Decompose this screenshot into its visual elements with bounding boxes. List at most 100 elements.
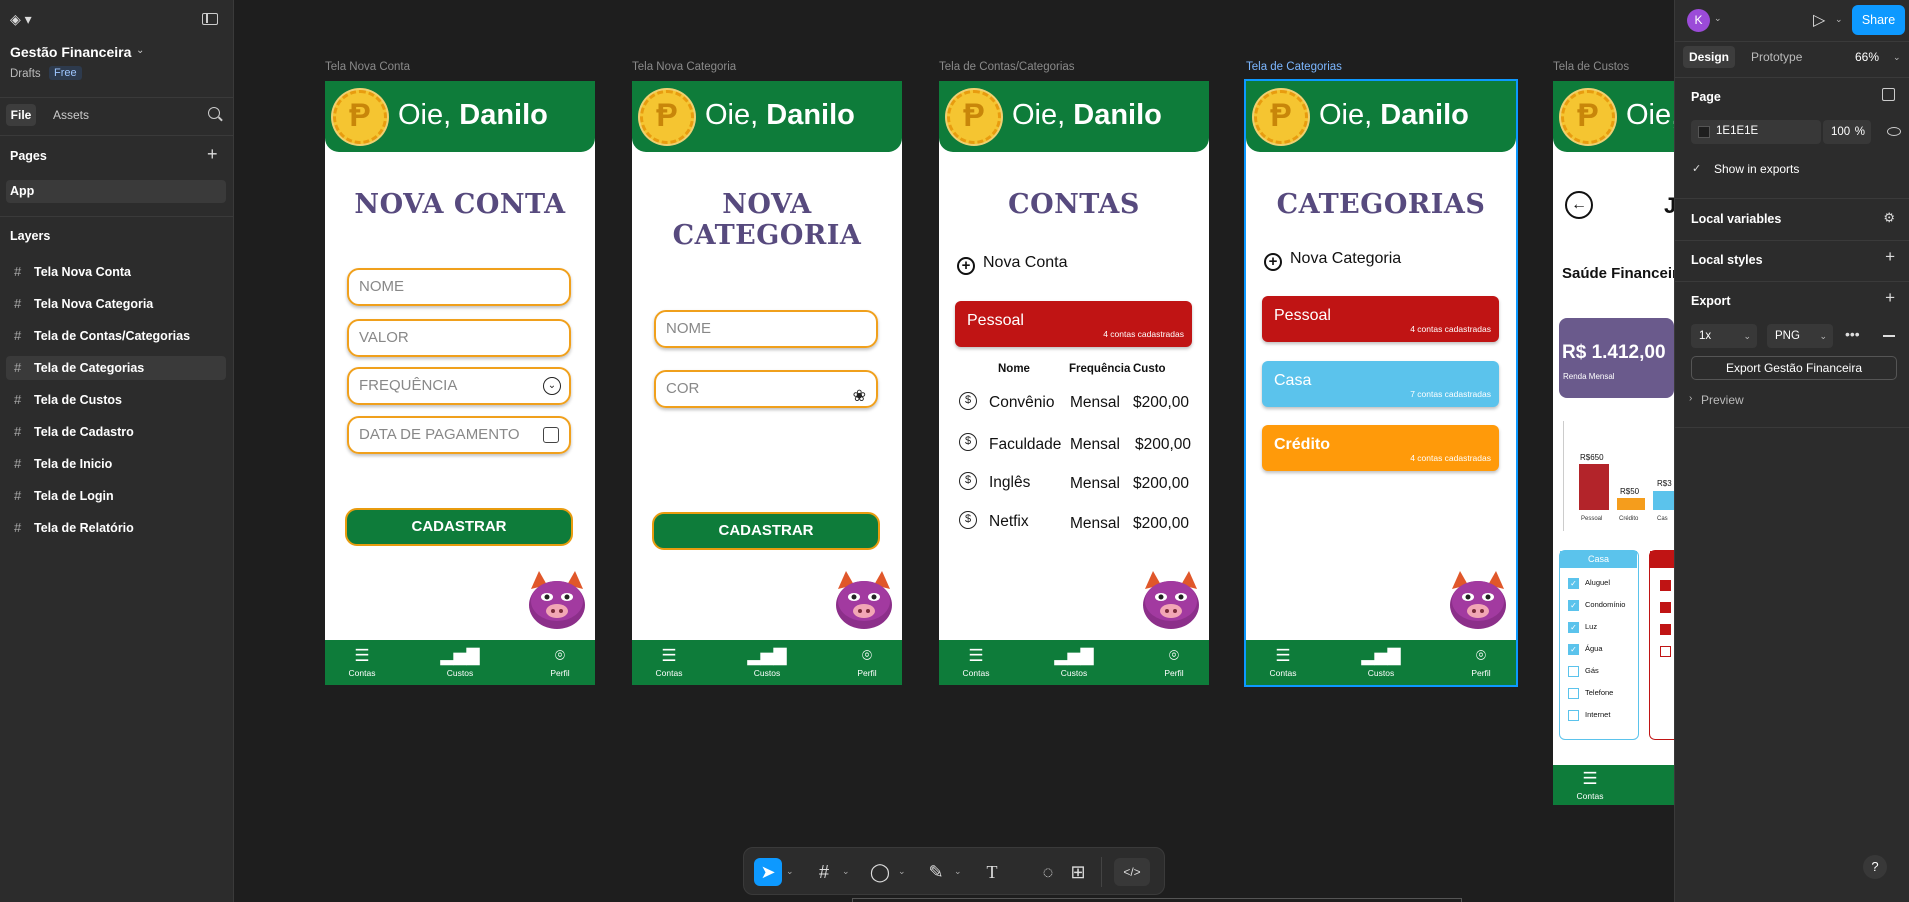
checkbox-checked[interactable] [1660,580,1671,591]
nav-contas[interactable]: ☰ Contas [337,646,387,678]
layer-item[interactable]: # Tela de Login [6,484,226,508]
nav-contas[interactable]: ☰ Contas [951,646,1001,678]
checkbox-unchecked[interactable] [1568,666,1579,677]
cadastrar-button[interactable]: CADASTRAR [345,508,573,546]
checkbox-unchecked[interactable] [1568,710,1579,721]
variables-icon[interactable]: ⚙ [1883,210,1895,226]
chevron-down-icon[interactable]: ⌄ [136,45,144,56]
layer-item[interactable]: # Tela de Cadastro [6,420,226,444]
eye-icon[interactable] [1887,127,1901,136]
comment-tool-icon[interactable]: ◌ [1034,858,1062,886]
tab-design[interactable]: Design [1683,46,1735,68]
chevron-down-icon[interactable]: ⌄ [842,866,850,877]
checkbox-unchecked[interactable] [1568,688,1579,699]
frame-label[interactable]: Tela de Contas/Categorias [939,61,1075,73]
checkbox-checked[interactable]: ✓ [1568,600,1579,611]
canvas-scrollbar[interactable] [852,898,1462,902]
frame-label[interactable]: Tela Nova Conta [325,61,410,73]
actions-tool-icon[interactable]: ⊞ [1064,858,1092,886]
nav-custos[interactable]: ▂▅▇ Custos [435,646,485,678]
add-export-icon[interactable]: + [1885,288,1895,308]
checkbox-checked[interactable]: ✓ [1568,578,1579,589]
data-pagamento-field[interactable]: DATA DE PAGAMENTO [347,416,571,454]
nav-custos[interactable]: ▂▅▇ Custos [1356,646,1406,678]
category-card-casa[interactable]: Casa 7 contas cadastradas [1262,361,1499,407]
search-icon[interactable] [208,107,223,122]
checkbox-checked[interactable]: ✓ [1568,622,1579,633]
zoom-level[interactable]: 66% [1855,50,1879,64]
add-categoria-button[interactable]: + Nova Categoria [1264,250,1401,271]
category-card-pessoal[interactable]: Pessoal 4 contas cadastradas [1262,296,1499,342]
checklist-item[interactable]: ✓ Água [1568,643,1638,657]
pen-tool-icon[interactable]: ✎ [922,858,950,886]
chevron-down-icon[interactable]: ⌄ [1835,14,1843,25]
back-arrow-icon[interactable]: ← [1565,191,1593,219]
checklist-item[interactable]: ✓ Aluguel [1568,577,1638,591]
category-card-pessoal[interactable]: Pessoal 4 contas cadastradas [955,301,1192,347]
nome-field[interactable]: NOME [654,310,878,348]
move-tool-icon[interactable]: ➤ [754,858,782,886]
layer-item[interactable]: # Tela de Relatório [6,516,226,540]
layer-item[interactable]: # Tela Nova Categoria [6,292,226,316]
frame-contas[interactable]: Ᵽ Oie, Danilo CONTAS + Nova Conta Pessoal… [939,81,1209,685]
checklist-item[interactable]: Telefone [1568,687,1638,701]
layer-item[interactable]: # Tela de Contas/Categorias [6,324,226,348]
ellipse-tool-icon[interactable]: ◯ [866,858,894,886]
frequencia-select[interactable]: FREQUÊNCIA ⌄ [347,367,571,405]
local-variables[interactable]: Local variables [1691,212,1781,226]
checklist-item[interactable]: ✓ Luz [1568,621,1638,635]
nav-perfil[interactable]: ⌾ Perfil [1149,646,1199,678]
preview-toggle[interactable]: Preview [1701,393,1744,407]
frame-categorias[interactable]: Ᵽ Oie, Danilo CATEGORIAS + Nova Categoria… [1244,79,1518,687]
play-icon[interactable]: ▷ [1813,10,1825,30]
share-button[interactable]: Share [1852,5,1905,35]
add-style-icon[interactable]: + [1885,247,1895,267]
tab-prototype[interactable]: Prototype [1751,50,1802,64]
category-card-credito[interactable]: Crédito 4 contas cadastradas [1262,425,1499,471]
tab-assets[interactable]: Assets [53,108,89,122]
layer-item[interactable]: # Tela Nova Conta [6,260,226,284]
page-opacity-field[interactable]: 100% [1823,120,1871,144]
checkbox-unchecked[interactable] [1660,646,1671,657]
checklist-item[interactable]: Gás [1568,665,1638,679]
nav-contas[interactable]: ☰ Contas [1258,646,1308,678]
tab-file[interactable]: File [6,104,36,126]
color-swatch[interactable] [1698,126,1710,138]
add-page-icon[interactable]: + [207,144,218,165]
frame-label[interactable]: Tela de Custos [1553,61,1629,73]
checkbox-checked[interactable] [1660,624,1671,635]
chevron-right-icon[interactable]: › [1689,393,1692,404]
checkbox-checked[interactable]: ✓ [1568,644,1579,655]
nav-contas[interactable]: ☰ Contas [1565,769,1615,801]
layer-item[interactable]: # Tela de Inicio [6,452,226,476]
checklist-item[interactable]: Internet [1568,709,1638,723]
frame-label[interactable]: Tela Nova Categoria [632,61,736,73]
sidebar-toggle-icon[interactable] [202,13,218,25]
page-color-value[interactable]: 1E1E1E [1716,125,1758,137]
export-scale-select[interactable]: 1x ⌄ [1691,324,1757,348]
frame-label-selected[interactable]: Tela de Categorias [1246,61,1342,73]
export-button[interactable]: Export Gestão Financeira [1691,356,1897,380]
more-options-icon[interactable]: ••• [1845,326,1860,342]
remove-export-icon[interactable] [1883,335,1895,337]
layer-item[interactable]: # Tela de Custos [6,388,226,412]
help-icon[interactable]: ? [1863,855,1887,879]
cadastrar-button[interactable]: CADASTRAR [652,512,880,550]
frame-nova-categoria[interactable]: Ᵽ Oie, Danilo NOVA CATEGORIA NOME COR ❀ C… [632,81,902,685]
frame-nova-conta[interactable]: Ᵽ Oie, Danilo NOVA CONTA NOME VALOR FREQ… [325,81,595,685]
chevron-down-icon[interactable]: ⌄ [1714,13,1722,24]
page-item-app[interactable]: App [6,180,226,203]
add-conta-button[interactable]: + Nova Conta [957,254,1068,275]
nav-custos[interactable]: ▂▅▇ Custos [1049,646,1099,678]
nav-perfil[interactable]: ⌾ Perfil [1456,646,1506,678]
file-title[interactable]: Gestão Financeira [10,44,131,60]
checkbox-checked[interactable] [1660,602,1671,613]
chevron-down-icon[interactable]: ⌄ [786,866,794,877]
chevron-down-icon[interactable]: ⌄ [954,866,962,877]
show-exports-checkbox[interactable]: ✓ [1692,163,1704,175]
frame-tool-icon[interactable]: # [810,858,838,886]
nav-perfil[interactable]: ⌾ Perfil [842,646,892,678]
nav-perfil[interactable]: ⌾ Perfil [535,646,585,678]
nav-custos[interactable]: ▂▅▇ Custos [742,646,792,678]
nome-field[interactable]: NOME [347,268,571,306]
